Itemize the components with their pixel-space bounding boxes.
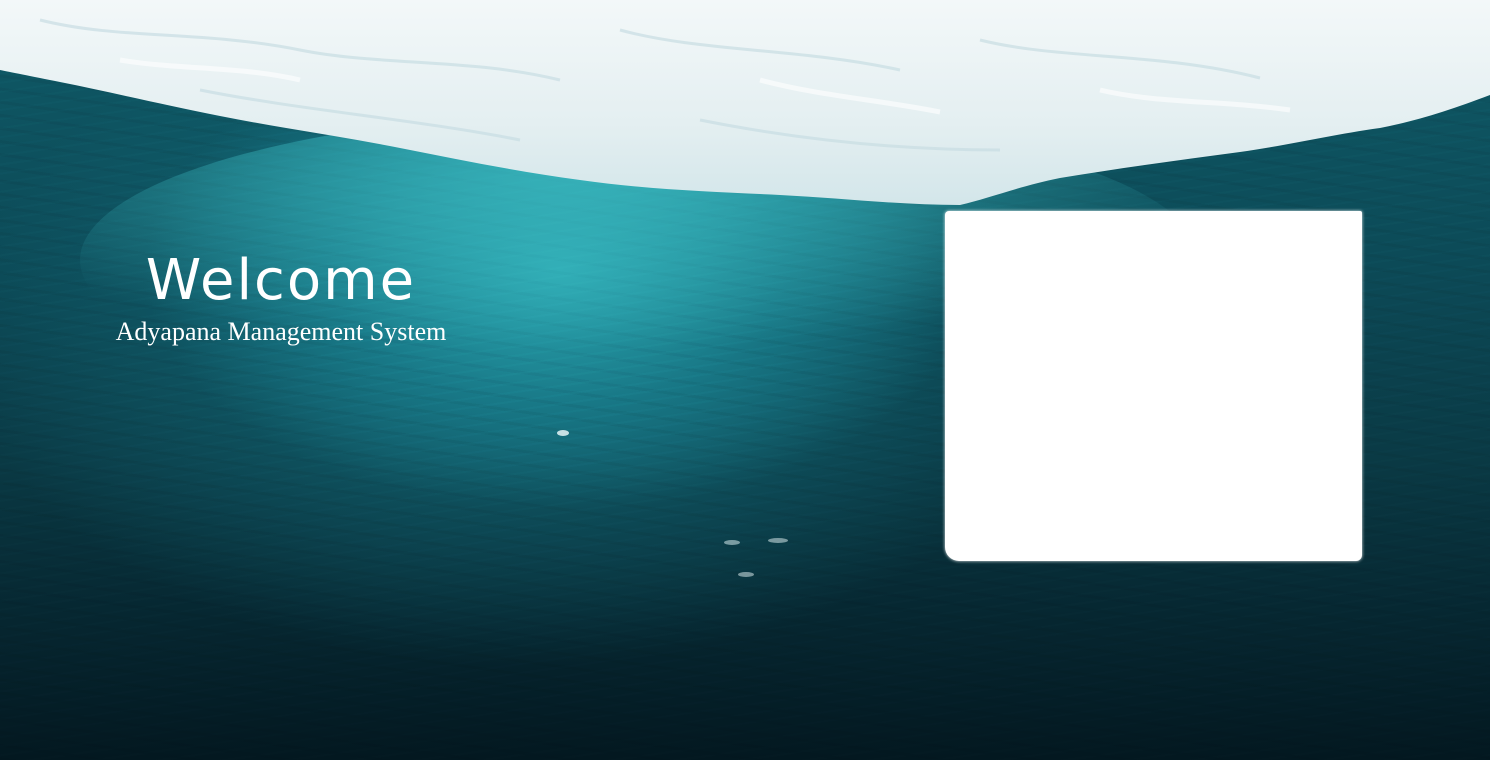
system-name-subtitle: Adyapana Management System	[115, 317, 447, 346]
welcome-banner: Welcome Adyapana Management System	[90, 245, 472, 347]
ice-fragment	[557, 430, 569, 436]
login-panel	[945, 211, 1362, 561]
welcome-title: Welcome	[145, 248, 417, 313]
ice-fragment	[768, 538, 788, 543]
ice-fragment	[738, 572, 754, 577]
ice-fragment	[724, 540, 740, 545]
